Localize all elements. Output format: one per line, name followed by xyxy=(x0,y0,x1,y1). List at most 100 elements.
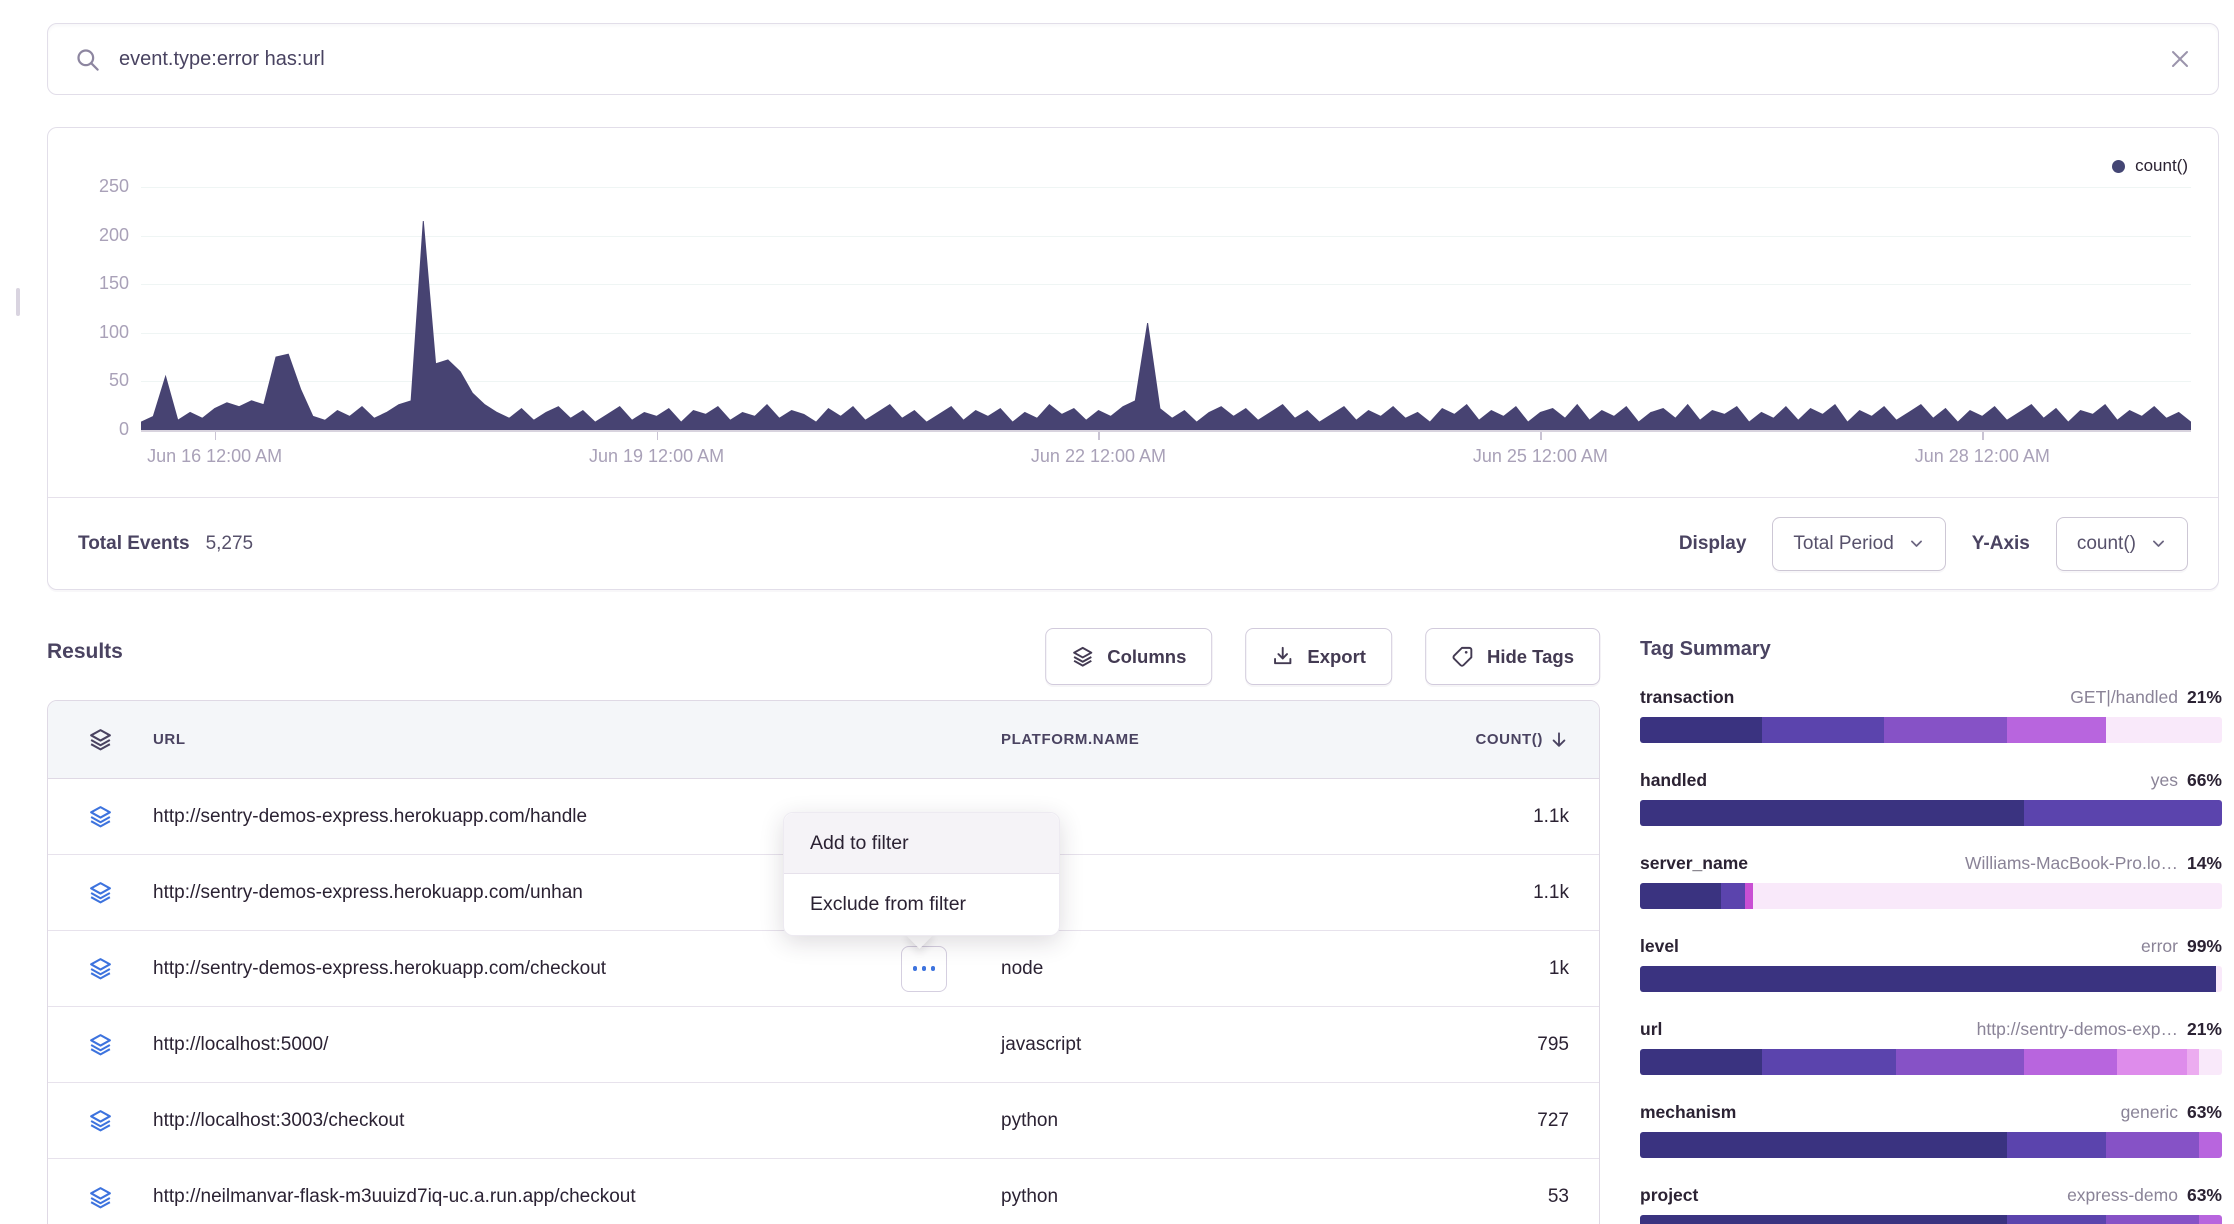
tag-row-header: urlhttp://sentry-demos-exp…21% xyxy=(1640,1019,2222,1040)
tag-bar-segment xyxy=(2199,1215,2222,1224)
tag-bar-segment xyxy=(1640,800,2024,826)
chevron-down-icon xyxy=(2150,535,2167,552)
total-events-value: 5,275 xyxy=(206,533,254,555)
column-header-count[interactable]: COUNT() xyxy=(1381,730,1599,750)
column-header-platform[interactable]: PLATFORM.NAME xyxy=(1001,731,1381,748)
row-stack-icon-cell xyxy=(48,1108,153,1133)
count-cell[interactable]: 53 xyxy=(1381,1186,1599,1208)
tag-distribution-bar[interactable] xyxy=(1640,1215,2222,1224)
table-row[interactable]: http://sentry-demos-express.herokuapp.co… xyxy=(48,931,1599,1007)
tag-top-value: yes xyxy=(2151,770,2178,791)
tag-percent: 99% xyxy=(2187,936,2222,957)
row-stack-icon-cell xyxy=(48,880,153,905)
count-cell[interactable]: 1.1k xyxy=(1381,806,1599,828)
export-button[interactable]: Export xyxy=(1245,628,1392,685)
tag-distribution-bar[interactable] xyxy=(1640,966,2222,992)
count-header-label: COUNT() xyxy=(1475,731,1543,748)
ellipsis-dot-icon xyxy=(922,966,927,971)
platform-cell[interactable]: python xyxy=(1001,1186,1381,1208)
tag-name: url xyxy=(1640,1019,1662,1040)
cell-actions-button[interactable] xyxy=(901,946,947,992)
legend-label: count() xyxy=(2135,156,2188,176)
clear-search-icon[interactable] xyxy=(2168,47,2192,71)
tag-bar-segment xyxy=(2007,1132,2106,1158)
cell-actions-menu: Add to filterExclude from filter xyxy=(783,812,1060,936)
tag-bar-segment xyxy=(2024,800,2222,826)
stack-icon xyxy=(88,1185,113,1210)
table-row[interactable]: http://neilmanvar-flask-m3uuizd7iq-uc.a.… xyxy=(48,1159,1599,1224)
tag-bar-segment xyxy=(1640,1215,2007,1224)
yaxis-label: Y-Axis xyxy=(1972,533,2030,555)
platform-cell[interactable]: node xyxy=(1001,958,1381,980)
url-cell[interactable]: http://neilmanvar-flask-m3uuizd7iq-uc.a.… xyxy=(153,1186,1001,1208)
yaxis-select[interactable]: count() xyxy=(2056,517,2188,571)
tag-distribution-bar[interactable] xyxy=(1640,800,2222,826)
x-axis-tick-label: Jun 16 12:00 AM xyxy=(105,446,325,467)
tag-percent: 66% xyxy=(2187,770,2222,791)
display-label: Display xyxy=(1679,533,1747,555)
platform-cell[interactable]: javascript xyxy=(1001,1034,1381,1056)
button-label: Hide Tags xyxy=(1487,646,1574,668)
x-axis-line xyxy=(141,430,2191,432)
tag-name: mechanism xyxy=(1640,1102,1736,1123)
tag-bar-segment xyxy=(2187,1049,2199,1075)
tag-name: project xyxy=(1640,1185,1698,1206)
platform-cell[interactable]: python xyxy=(1001,1110,1381,1132)
url-cell[interactable]: http://localhost:5000/ xyxy=(153,1034,1001,1056)
tag-bar-segment xyxy=(2199,1049,2222,1075)
button-label: Columns xyxy=(1107,646,1186,668)
y-axis-tick-label: 150 xyxy=(77,273,129,294)
tag-distribution-bar[interactable] xyxy=(1640,1132,2222,1158)
tag-top-value: error xyxy=(2141,936,2178,957)
tag-bar-segment xyxy=(1640,1049,1762,1075)
search-bar[interactable]: event.type:error has:url xyxy=(47,23,2219,95)
yaxis-value: count() xyxy=(2077,533,2136,555)
y-axis-tick-label: 0 xyxy=(77,419,129,440)
search-input[interactable]: event.type:error has:url xyxy=(119,48,2168,71)
tag-name: handled xyxy=(1640,770,1707,791)
tag-top-value: generic xyxy=(2121,1102,2178,1123)
hide-tags-button[interactable]: Hide Tags xyxy=(1425,628,1600,685)
url-cell[interactable]: http://localhost:3003/checkout xyxy=(153,1110,1001,1132)
tag-distribution-bar[interactable] xyxy=(1640,1049,2222,1075)
tag-summary-heading: Tag Summary xyxy=(1640,638,2222,661)
display-select[interactable]: Total Period xyxy=(1772,517,1945,571)
stack-icon xyxy=(88,880,113,905)
stack-icon xyxy=(1071,645,1094,668)
chart-legend[interactable]: count() xyxy=(2112,156,2188,176)
tag-top-value: http://sentry-demos-exp… xyxy=(1977,1019,2178,1040)
tag-summary: Tag Summary transactionGET|/handled21% ha… xyxy=(1640,638,2222,1224)
table-row[interactable]: http://localhost:5000/javascript795 xyxy=(48,1007,1599,1083)
tag-row-transaction: transactionGET|/handled21% xyxy=(1640,687,2222,743)
tag-bar-segment xyxy=(1640,966,2216,992)
table-header-row: URL PLATFORM.NAME COUNT() xyxy=(48,701,1599,779)
tag-bar-segment xyxy=(1721,883,1744,909)
tag-bar-segment xyxy=(2199,1132,2222,1158)
events-area-chart[interactable]: 050100150200250Jun 16 12:00 AMJun 19 12:… xyxy=(141,187,2191,430)
count-cell[interactable]: 1k xyxy=(1381,958,1599,980)
tag-icon xyxy=(1451,645,1474,668)
tag-row-url: urlhttp://sentry-demos-exp…21% xyxy=(1640,1019,2222,1075)
results-heading: Results xyxy=(47,640,123,664)
count-cell[interactable]: 727 xyxy=(1381,1110,1599,1132)
x-axis-tick-label: Jun 25 12:00 AM xyxy=(1430,446,1650,467)
column-header-url[interactable]: URL xyxy=(153,731,1001,748)
tag-row-header: levelerror99% xyxy=(1640,936,2222,957)
tag-bar-segment xyxy=(2024,1049,2117,1075)
tag-top-value: express-demo xyxy=(2067,1185,2178,1206)
menu-item-exclude-from-filter[interactable]: Exclude from filter xyxy=(784,874,1059,935)
sidebar-collapse-handle[interactable] xyxy=(16,288,20,316)
menu-item-add-to-filter[interactable]: Add to filter xyxy=(784,813,1059,874)
count-cell[interactable]: 1.1k xyxy=(1381,882,1599,904)
count-series-area xyxy=(141,187,2191,430)
tag-percent: 14% xyxy=(2187,853,2222,874)
table-row[interactable]: http://localhost:3003/checkoutpython727 xyxy=(48,1083,1599,1159)
tag-distribution-bar[interactable] xyxy=(1640,717,2222,743)
count-cell[interactable]: 795 xyxy=(1381,1034,1599,1056)
columns-button[interactable]: Columns xyxy=(1045,628,1212,685)
tag-distribution-bar[interactable] xyxy=(1640,883,2222,909)
tag-name: transaction xyxy=(1640,687,1734,708)
tag-bar-segment xyxy=(1762,717,1884,743)
url-cell[interactable]: http://sentry-demos-express.herokuapp.co… xyxy=(153,958,1001,980)
x-axis-tick-label: Jun 28 12:00 AM xyxy=(1872,446,2092,467)
